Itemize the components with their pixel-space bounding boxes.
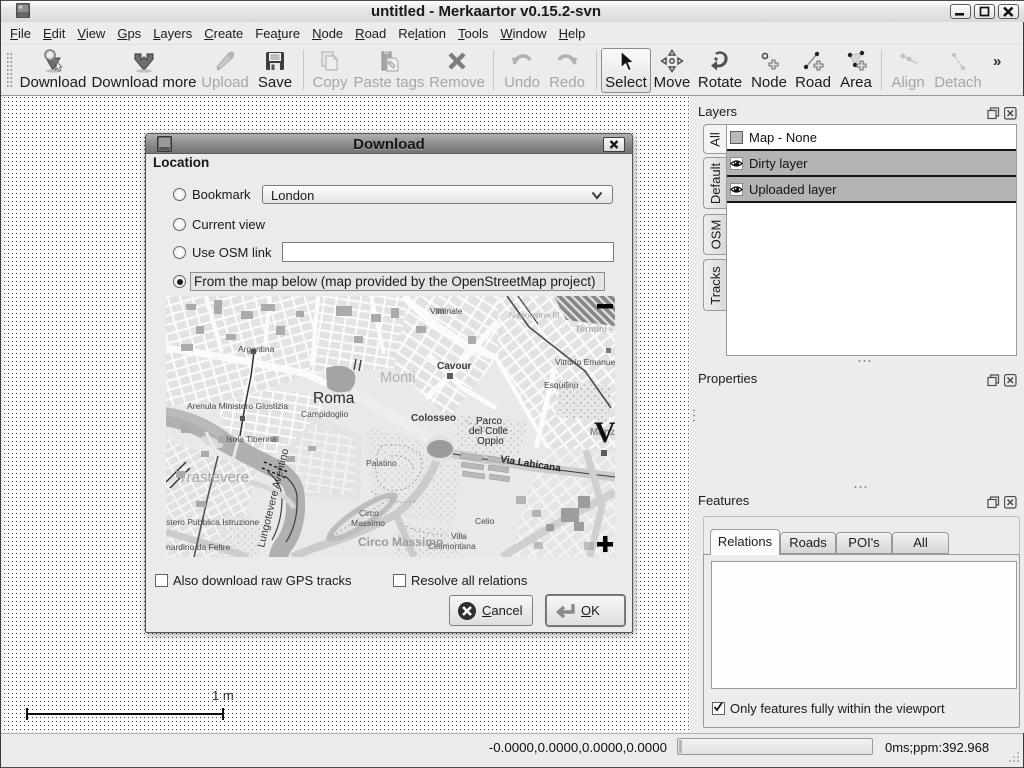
svg-text:Roma: Roma	[313, 390, 355, 407]
svg-text:stero Pubblica Istruzione: stero Pubblica Istruzione	[166, 517, 259, 527]
svg-text:V: V	[594, 416, 615, 449]
svg-text:Massimo: Massimo	[351, 518, 385, 528]
svg-text:Cavour: Cavour	[437, 361, 472, 372]
svg-text:Villa: Villa	[451, 531, 467, 541]
svg-text:Trastevere: Trastevere	[178, 469, 249, 486]
svg-text:Oppio: Oppio	[477, 436, 504, 447]
svg-text:Termini - La: Termini - La	[575, 324, 615, 334]
svg-text:Viminale: Viminale	[430, 306, 463, 316]
svg-text:Circo: Circo	[359, 508, 379, 518]
svg-text:Isola Tiberina: Isola Tiberina	[226, 434, 277, 444]
svg-text:Palatino: Palatino	[366, 458, 397, 468]
svg-text:Argentina: Argentina	[238, 344, 275, 354]
svg-text:Celio: Celio	[475, 516, 495, 526]
svg-text:Vittorio Emanuele: Vittorio Emanuele	[555, 357, 615, 367]
svg-text:Napoleone III: Napoleone III	[509, 310, 560, 320]
svg-text:nardino da Feltre: nardino da Feltre	[166, 542, 231, 552]
svg-text:Esquilino: Esquilino	[544, 380, 579, 390]
svg-text:Circo Massimo: Circo Massimo	[358, 535, 443, 549]
svg-text:Monti: Monti	[380, 370, 415, 386]
svg-text:Campidoglio: Campidoglio	[301, 409, 349, 419]
svg-text:Colosseo: Colosseo	[411, 413, 456, 424]
svg-text:Arenula Ministero Giustizia: Arenula Ministero Giustizia	[187, 401, 288, 411]
